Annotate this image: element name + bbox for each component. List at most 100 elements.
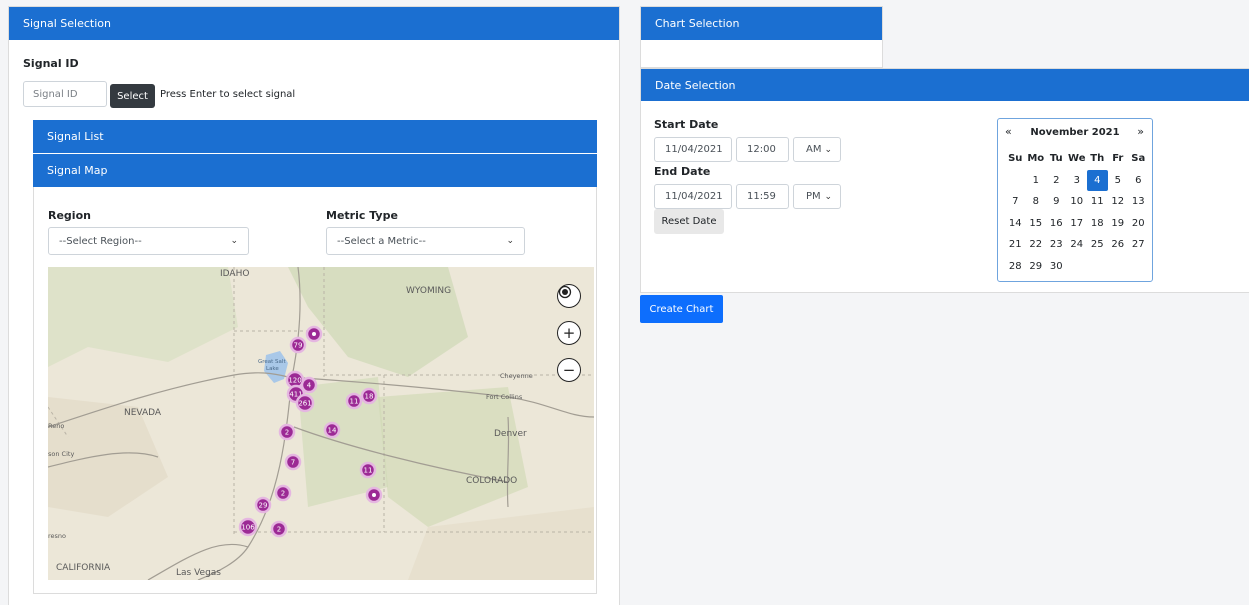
calendar-day[interactable]: 30 [1046, 256, 1067, 278]
svg-text:29: 29 [259, 502, 268, 510]
start-date-input[interactable]: 11/04/2021 [654, 137, 732, 162]
calendar-day[interactable]: 17 [1067, 213, 1088, 235]
chart-selection-title: Chart Selection [655, 17, 740, 30]
chart-selection-panel: Chart Selection [640, 6, 883, 68]
start-time-input[interactable]: 12:00 [736, 137, 789, 162]
calendar-day[interactable]: 13 [1128, 191, 1149, 213]
signal-cluster[interactable]: 79 [289, 336, 307, 354]
map-label-idaho: IDAHO [220, 269, 249, 279]
calendar-day[interactable]: 20 [1128, 213, 1149, 235]
zoom-out-icon[interactable]: − [557, 358, 581, 382]
signal-cluster[interactable]: 261 [295, 393, 315, 413]
calendar-day[interactable]: 24 [1067, 234, 1088, 256]
calendar-month-title[interactable]: November 2021 [998, 127, 1152, 138]
map-label-reno: Reno [48, 422, 64, 430]
calendar-day[interactable]: 29 [1026, 256, 1047, 278]
start-date-label: Start Date [654, 118, 719, 131]
end-time-input[interactable]: 11:59 [736, 184, 789, 209]
signal-cluster[interactable] [305, 325, 323, 343]
signal-map-header[interactable]: Signal Map [33, 154, 597, 187]
calendar-weekday: We [1068, 153, 1086, 164]
signal-cluster[interactable]: 7 [284, 453, 302, 471]
signal-cluster[interactable]: 106 [238, 517, 258, 537]
svg-text:7: 7 [291, 459, 295, 467]
map-label-great-salt-lake-2: Lake [266, 366, 279, 372]
svg-text:11: 11 [350, 398, 359, 406]
calendar-day[interactable]: 18 [1087, 213, 1108, 235]
metric-type-select[interactable]: --Select a Metric-- ⌄ [326, 227, 525, 255]
calendar-day[interactable]: 2 [1046, 170, 1067, 192]
calendar-day[interactable]: 22 [1026, 234, 1047, 256]
chevron-down-icon: ⌄ [506, 236, 514, 246]
calendar-day[interactable]: 1 [1026, 170, 1047, 192]
map-label-great-salt-lake: Great Salt [258, 359, 286, 365]
date-selection-header[interactable]: Date Selection [641, 69, 1249, 101]
calendar-day[interactable]: 27 [1128, 234, 1149, 256]
signal-cluster[interactable]: 29 [254, 496, 272, 514]
end-date-input[interactable]: 11/04/2021 [654, 184, 732, 209]
map-label-cheyenne: Cheyenne [500, 372, 533, 380]
calendar-day[interactable]: 26 [1108, 234, 1129, 256]
calendar-day[interactable]: 10 [1067, 191, 1088, 213]
calendar-next-button[interactable]: » [1137, 125, 1144, 138]
signal-map[interactable]: IDAHO WYOMING NEVADA COLORADO CALIFORNIA… [48, 267, 594, 580]
calendar-day[interactable]: 6 [1128, 170, 1149, 192]
date-selection-panel: Date Selection Start Date 11/04/2021 12:… [640, 68, 1249, 293]
calendar-day-selected[interactable]: 4 [1087, 169, 1108, 191]
metric-type-label: Metric Type [326, 209, 398, 222]
calendar-day[interactable]: 7 [1005, 191, 1026, 213]
svg-text:14: 14 [328, 427, 337, 435]
calendar-weekday: Tu [1049, 153, 1063, 164]
calendar-day[interactable]: 11 [1087, 191, 1108, 213]
signal-cluster[interactable]: 14 [323, 421, 341, 439]
signal-cluster[interactable]: 11 [345, 392, 363, 410]
signal-cluster[interactable]: 2 [270, 520, 288, 538]
end-time-value: 11:59 [747, 191, 776, 202]
signal-cluster[interactable]: 18 [360, 387, 378, 405]
zoom-in-icon[interactable]: + [557, 321, 581, 345]
region-select[interactable]: --Select Region-- ⌄ [48, 227, 249, 255]
signal-cluster[interactable] [365, 486, 383, 504]
select-signal-button[interactable]: Select [110, 84, 155, 108]
calendar-day[interactable]: 5 [1108, 170, 1129, 192]
create-chart-button[interactable]: Create Chart [640, 295, 723, 323]
start-ampm-select[interactable]: AM ⌄ [793, 137, 841, 162]
signal-id-input[interactable] [23, 81, 107, 107]
calendar-day[interactable]: 19 [1108, 213, 1129, 235]
calendar-day[interactable]: 9 [1046, 191, 1067, 213]
region-select-value: --Select Region-- [59, 235, 142, 247]
svg-text:106: 106 [241, 524, 255, 532]
calendar-day[interactable]: 21 [1005, 234, 1026, 256]
chevron-down-icon: ⌄ [824, 191, 832, 202]
calendar-day[interactable]: 8 [1026, 191, 1047, 213]
signal-cluster[interactable]: 2 [278, 423, 296, 441]
calendar-weekday: Th [1090, 153, 1105, 164]
locate-icon[interactable] [557, 284, 581, 308]
end-ampm-select[interactable]: PM ⌄ [793, 184, 841, 209]
signal-selection-header: Signal Selection [9, 7, 619, 40]
svg-text:18: 18 [365, 393, 374, 401]
reset-date-button[interactable]: Reset Date [654, 209, 724, 234]
signal-map-panel: Region --Select Region-- ⌄ Metric Type -… [33, 187, 597, 594]
calendar-day[interactable]: 12 [1108, 191, 1129, 213]
end-date-label: End Date [654, 165, 711, 178]
calendar-day[interactable]: 14 [1005, 213, 1026, 235]
calendar-day[interactable]: 25 [1087, 234, 1108, 256]
start-date-value: 11/04/2021 [665, 144, 723, 155]
svg-text:261: 261 [298, 400, 311, 408]
calendar-day[interactable]: 3 [1067, 170, 1088, 192]
calendar-day[interactable]: 23 [1046, 234, 1067, 256]
calendar-day[interactable]: 28 [1005, 256, 1026, 278]
chart-selection-header[interactable]: Chart Selection [641, 7, 882, 40]
signal-map-title: Signal Map [47, 164, 108, 177]
signal-list-header[interactable]: Signal List [33, 120, 597, 153]
calendar-day[interactable]: 15 [1026, 213, 1047, 235]
date-selection-title: Date Selection [655, 78, 736, 92]
signal-cluster[interactable]: 11 [359, 461, 377, 479]
select-signal-hint: Press Enter to select signal [160, 89, 296, 100]
map-label-fort-collins: Fort Collins [486, 393, 523, 401]
svg-text:2: 2 [285, 429, 289, 437]
signal-cluster[interactable]: 2 [274, 484, 292, 502]
calendar-day[interactable]: 16 [1046, 213, 1067, 235]
region-label: Region [48, 209, 91, 222]
